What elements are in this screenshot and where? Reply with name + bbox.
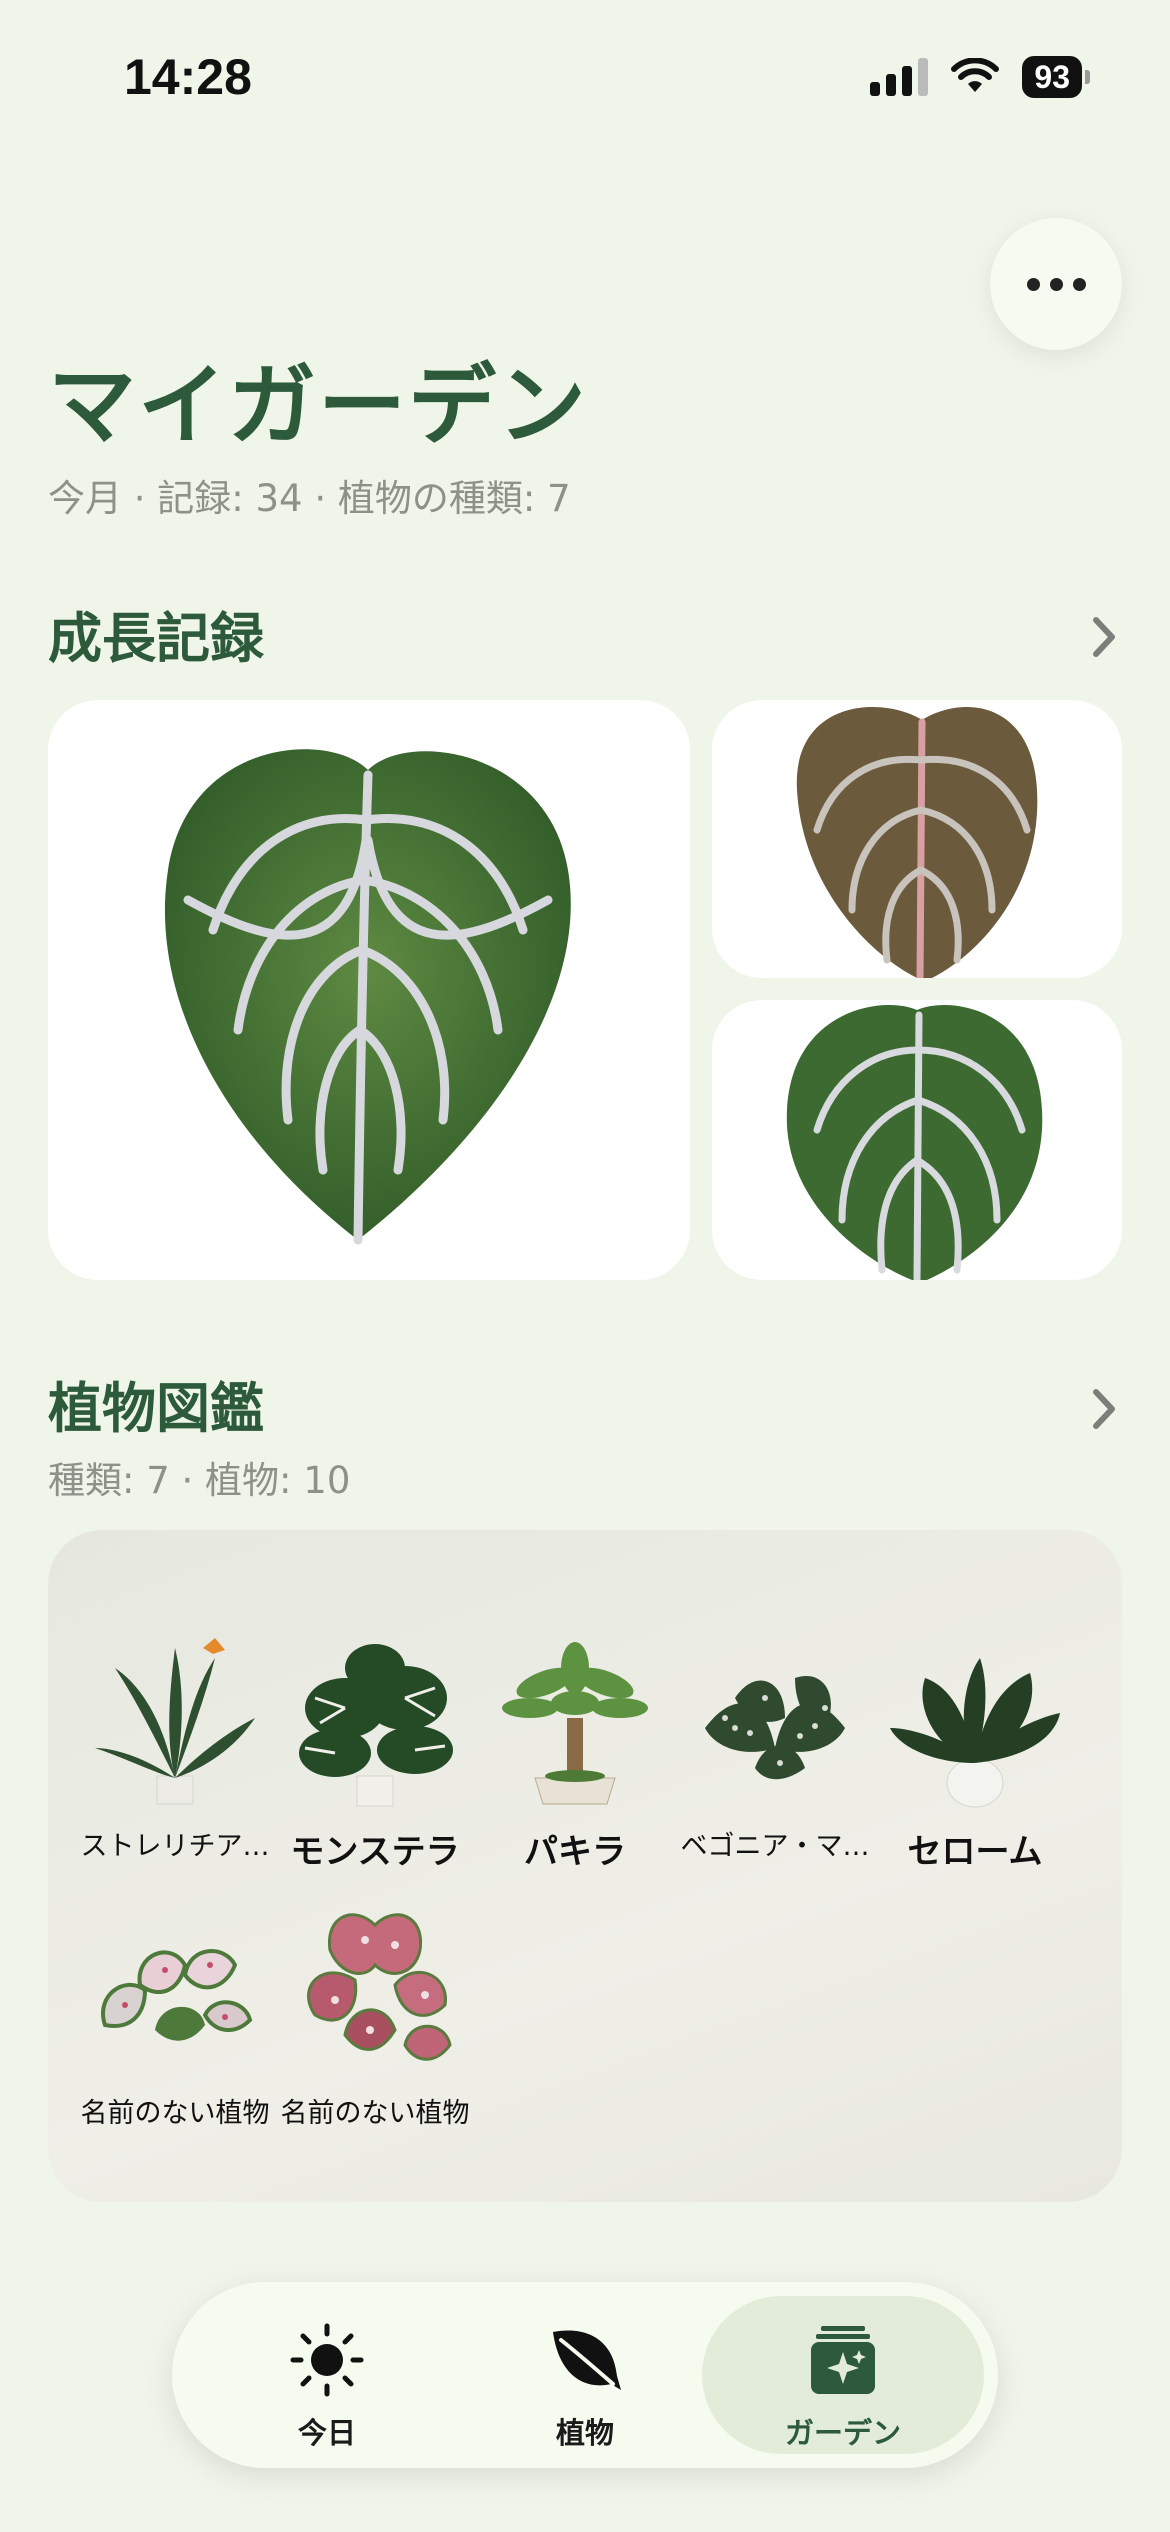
plant-item[interactable]: モンステラ [275, 1638, 475, 1873]
sun-icon [290, 2323, 364, 2397]
plant-name: 名前のない植物 [80, 2098, 270, 2129]
encyclopedia-subtitle: 種類: 7 · 植物: 10 [48, 1459, 351, 1502]
status-bar: 14:28 93 [0, 0, 1170, 150]
plant-name: パキラ [524, 1832, 626, 1872]
tab-label: 今日 [297, 2416, 356, 2450]
tab-garden[interactable]: ガーデン [702, 2296, 984, 2454]
leaf-photo [164, 749, 571, 1245]
growth-photo-2[interactable] [712, 700, 1122, 978]
wifi-icon [951, 58, 1000, 92]
plant-image [705, 1676, 845, 1780]
plant-item[interactable]: 名前のない植物 [275, 1905, 475, 2130]
garden-icon [811, 2326, 875, 2394]
status-time: 14:28 [124, 49, 252, 105]
plant-item[interactable]: ベゴニア・マ… [675, 1638, 875, 1863]
plant-image [101, 1949, 253, 2041]
status-icons: 93 [870, 56, 1090, 98]
plant-item[interactable]: ストレリチア… [75, 1638, 275, 1863]
plant-name: ベゴニア・マ… [680, 1831, 870, 1862]
plant-image [95, 1638, 255, 1805]
ellipsis-icon [1026, 277, 1040, 291]
plant-name: 名前のない植物 [280, 2098, 470, 2129]
tab-label: 植物 [555, 2416, 614, 2450]
growth-photo-main[interactable] [48, 700, 690, 1280]
plant-catalog-panel: ストレリチア… モンステラ パキラ ベゴニア・マ… セローム 名前のない植物 名… [48, 1530, 1122, 2202]
tab-bar: 今日 植物 ガーデン [172, 2282, 998, 2468]
plant-name: セローム [907, 1832, 1043, 1872]
growth-photo-3[interactable] [712, 1000, 1122, 1280]
leaf-photo [796, 707, 1038, 978]
plant-name: モンステラ [290, 1832, 460, 1872]
encyclopedia-chevron-icon[interactable] [1084, 1384, 1124, 1434]
plant-image [307, 1913, 452, 2061]
page-subtitle: 今月 · 記録: 34 · 植物の種類: 7 [48, 477, 571, 520]
tab-plants[interactable]: 植物 [444, 2296, 726, 2454]
leaf-icon [553, 2330, 621, 2390]
growth-section-title: 成長記録 [48, 607, 264, 670]
leaf-photo [786, 1005, 1043, 1280]
tab-label: ガーデン [784, 2416, 901, 2450]
plant-name: ストレリチア… [80, 1831, 270, 1862]
plant-item[interactable]: セローム [875, 1638, 1075, 1873]
battery-level: 93 [1022, 56, 1082, 98]
cellular-signal-icon [870, 58, 929, 96]
plant-item[interactable]: パキラ [475, 1638, 675, 1873]
growth-chevron-icon[interactable] [1084, 612, 1124, 662]
encyclopedia-section-title: 植物図鑑 [48, 1377, 264, 1440]
battery-icon: 93 [1022, 56, 1090, 98]
plant-image [299, 1644, 453, 1807]
plant-image [502, 1642, 648, 1805]
plant-image [890, 1658, 1060, 1808]
tab-today[interactable]: 今日 [186, 2296, 468, 2454]
page-title: マイガーデン [48, 354, 589, 457]
plant-item[interactable]: 名前のない植物 [75, 1905, 275, 2130]
more-options-button[interactable] [990, 218, 1122, 350]
